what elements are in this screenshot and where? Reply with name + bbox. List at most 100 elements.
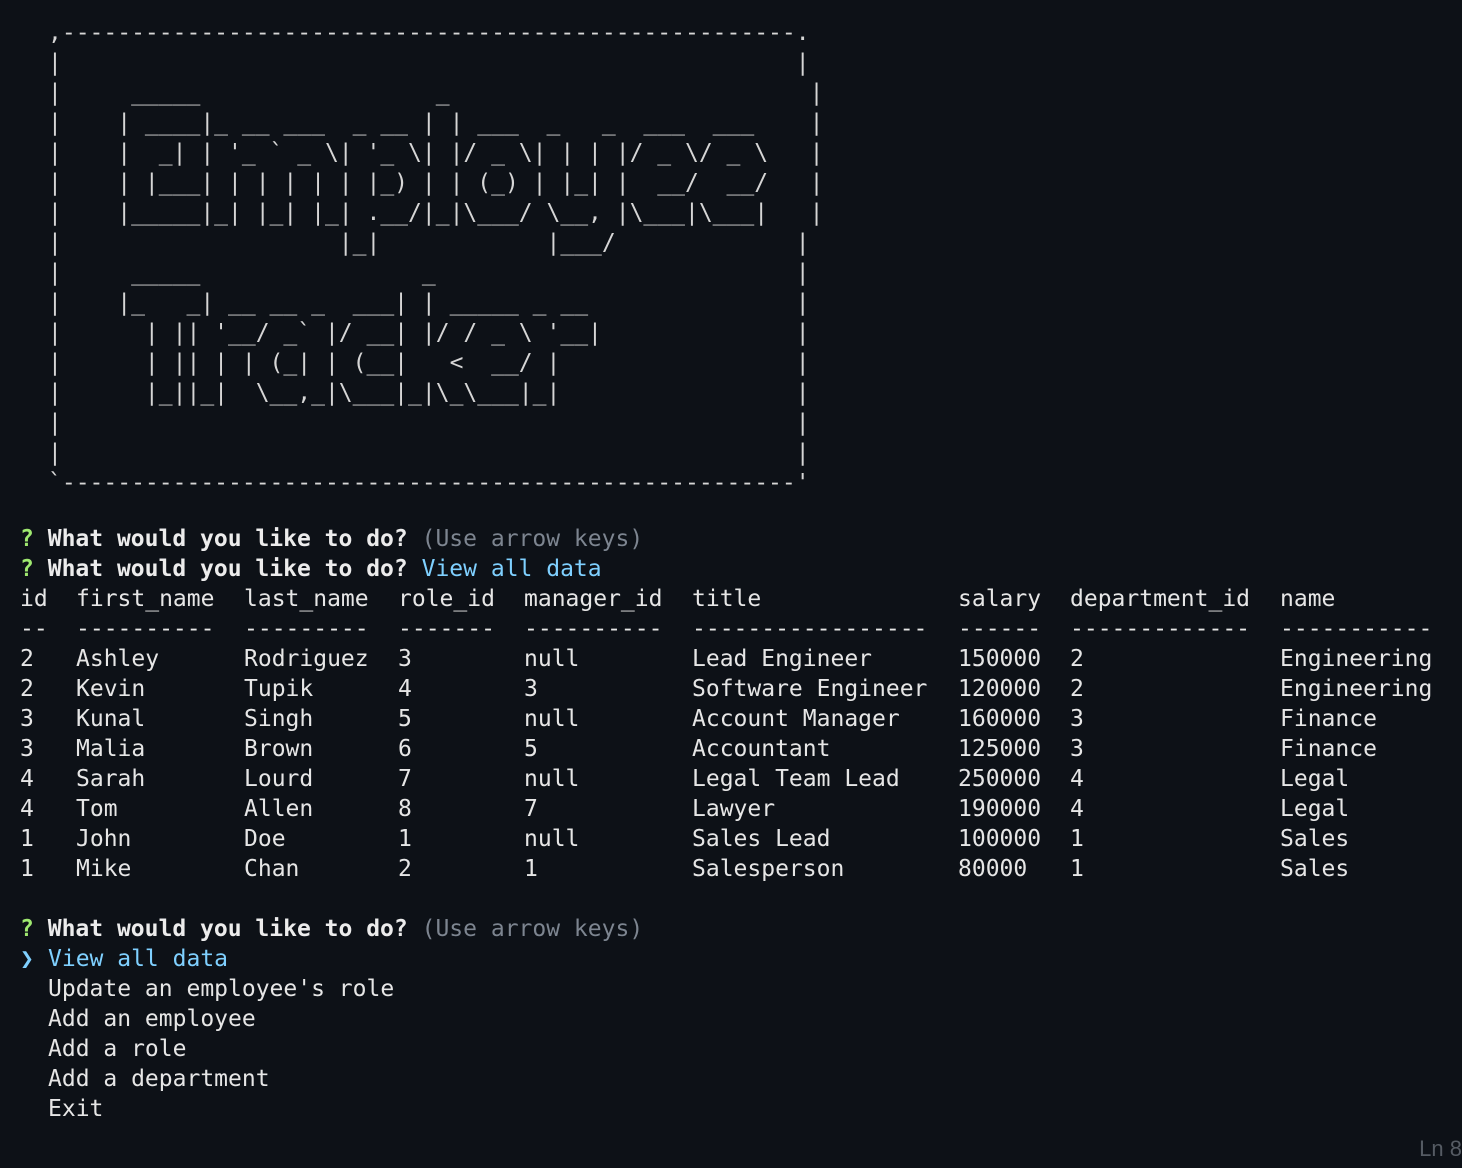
cell-id: 2: [20, 676, 34, 702]
cell-name: Sales: [1280, 856, 1350, 882]
cell-id: 1: [20, 856, 34, 882]
menu-item-label: Add an employee: [48, 1006, 256, 1032]
cell-salary: 125000: [958, 736, 1042, 762]
cell-manager-id: null: [524, 706, 580, 732]
cell-salary: 100000: [958, 826, 1042, 852]
separator: ---------: [244, 616, 369, 642]
cell-role-id: 2: [398, 856, 412, 882]
cell-id: 3: [20, 706, 34, 732]
results-table: id first_name last_name role_id manager_…: [20, 584, 1450, 884]
column-header-salary: salary: [958, 586, 1042, 612]
menu-item-label: View all data: [48, 946, 229, 972]
question-mark-icon: ?: [20, 916, 34, 942]
cell-department-id: 3: [1070, 736, 1084, 762]
table-separator-row: -- ---------- --------- ------- --------…: [20, 614, 1450, 644]
cell-id: 2: [20, 646, 34, 672]
table-header-row: id first_name last_name role_id manager_…: [20, 584, 1450, 614]
cell-last-name: Lourd: [244, 766, 314, 792]
cell-first-name: Tom: [76, 796, 118, 822]
prompt-line-2: ? What would you like to do? View all da…: [20, 554, 602, 584]
table-row: 4 Tom Allen 8 7 Lawyer 190000 4 Legal: [20, 794, 1450, 824]
menu-item-add-employee[interactable]: Add an employee: [20, 1004, 394, 1034]
cell-first-name: Mike: [76, 856, 132, 882]
cell-role-id: 1: [398, 826, 412, 852]
cell-last-name: Doe: [244, 826, 286, 852]
menu-item-exit[interactable]: Exit: [20, 1094, 394, 1124]
cell-department-id: 1: [1070, 856, 1084, 882]
cell-name: Engineering: [1280, 676, 1433, 702]
cell-manager-id: 1: [524, 856, 538, 882]
separator: ----------: [524, 616, 663, 642]
cell-id: 4: [20, 766, 34, 792]
cell-department-id: 3: [1070, 706, 1084, 732]
cell-department-id: 4: [1070, 796, 1084, 822]
cell-name: Sales: [1280, 826, 1350, 852]
menu-item-view-all-data[interactable]: ❯ View all data: [20, 944, 394, 974]
ascii-banner-art: ,---------------------------------------…: [48, 20, 818, 488]
prompt-question: What would you like to do?: [47, 916, 408, 942]
cell-title: Legal Team Lead: [692, 766, 900, 792]
menu-item-update-employee-role[interactable]: Update an employee's role: [20, 974, 394, 1004]
cell-title: Salesperson: [692, 856, 845, 882]
cell-role-id: 3: [398, 646, 412, 672]
prompt-hint: (Use arrow keys): [421, 526, 644, 552]
cell-manager-id: 7: [524, 796, 538, 822]
cell-first-name: Malia: [76, 736, 146, 762]
column-header-title: title: [692, 586, 762, 612]
menu-item-label: Exit: [48, 1096, 104, 1122]
column-header-manager-id: manager_id: [524, 586, 663, 612]
cell-salary: 250000: [958, 766, 1042, 792]
separator: -----------------: [692, 616, 928, 642]
cell-role-id: 7: [398, 766, 412, 792]
column-header-first-name: first_name: [76, 586, 215, 612]
cell-last-name: Chan: [244, 856, 300, 882]
cell-first-name: Sarah: [76, 766, 146, 792]
cell-last-name: Singh: [244, 706, 314, 732]
column-header-department-id: department_id: [1070, 586, 1251, 612]
cell-last-name: Brown: [244, 736, 314, 762]
cell-salary: 150000: [958, 646, 1042, 672]
separator: -------: [398, 616, 495, 642]
cell-id: 3: [20, 736, 34, 762]
table-row: 2 Kevin Tupik 4 3 Software Engineer 1200…: [20, 674, 1450, 704]
cell-role-id: 8: [398, 796, 412, 822]
cell-department-id: 4: [1070, 766, 1084, 792]
cell-role-id: 5: [398, 706, 412, 732]
table-row: 3 Malia Brown 6 5 Accountant 125000 3 Fi…: [20, 734, 1450, 764]
table-row: 1 John Doe 1 null Sales Lead 100000 1 Sa…: [20, 824, 1450, 854]
cell-title: Lead Engineer: [692, 646, 873, 672]
cell-name: Engineering: [1280, 646, 1433, 672]
prompt-line-3: ? What would you like to do? (Use arrow …: [20, 914, 643, 944]
ascii-banner: ,---------------------------------------…: [48, 18, 818, 488]
cell-last-name: Tupik: [244, 676, 314, 702]
menu-item-add-role[interactable]: Add a role: [20, 1034, 394, 1064]
action-menu: ❯ View all data Update an employee's role…: [20, 944, 394, 1124]
separator: -----------: [1280, 616, 1433, 642]
column-header-last-name: last_name: [244, 586, 369, 612]
menu-item-add-department[interactable]: Add a department: [20, 1064, 394, 1094]
cell-role-id: 6: [398, 736, 412, 762]
table-row: 4 Sarah Lourd 7 null Legal Team Lead 250…: [20, 764, 1450, 794]
prompt-question: What would you like to do?: [47, 526, 408, 552]
cell-title: Software Engineer: [692, 676, 928, 702]
cell-name: Finance: [1280, 736, 1377, 762]
cell-salary: 190000: [958, 796, 1042, 822]
cell-last-name: Allen: [244, 796, 314, 822]
cell-first-name: Kunal: [76, 706, 146, 732]
table-row: 3 Kunal Singh 5 null Account Manager 160…: [20, 704, 1450, 734]
cell-name: Finance: [1280, 706, 1377, 732]
cell-first-name: John: [76, 826, 132, 852]
question-mark-icon: ?: [20, 556, 34, 582]
separator: --: [20, 616, 48, 642]
cell-salary: 160000: [958, 706, 1042, 732]
cell-manager-id: null: [524, 826, 580, 852]
cell-title: Sales Lead: [692, 826, 831, 852]
cell-manager-id: 3: [524, 676, 538, 702]
cell-first-name: Ashley: [76, 646, 160, 672]
cell-last-name: Rodriguez: [244, 646, 369, 672]
menu-item-label: Update an employee's role: [48, 976, 395, 1002]
cell-title: Lawyer: [692, 796, 776, 822]
cell-department-id: 2: [1070, 676, 1084, 702]
prompt-hint: (Use arrow keys): [421, 916, 644, 942]
column-header-name: name: [1280, 586, 1336, 612]
